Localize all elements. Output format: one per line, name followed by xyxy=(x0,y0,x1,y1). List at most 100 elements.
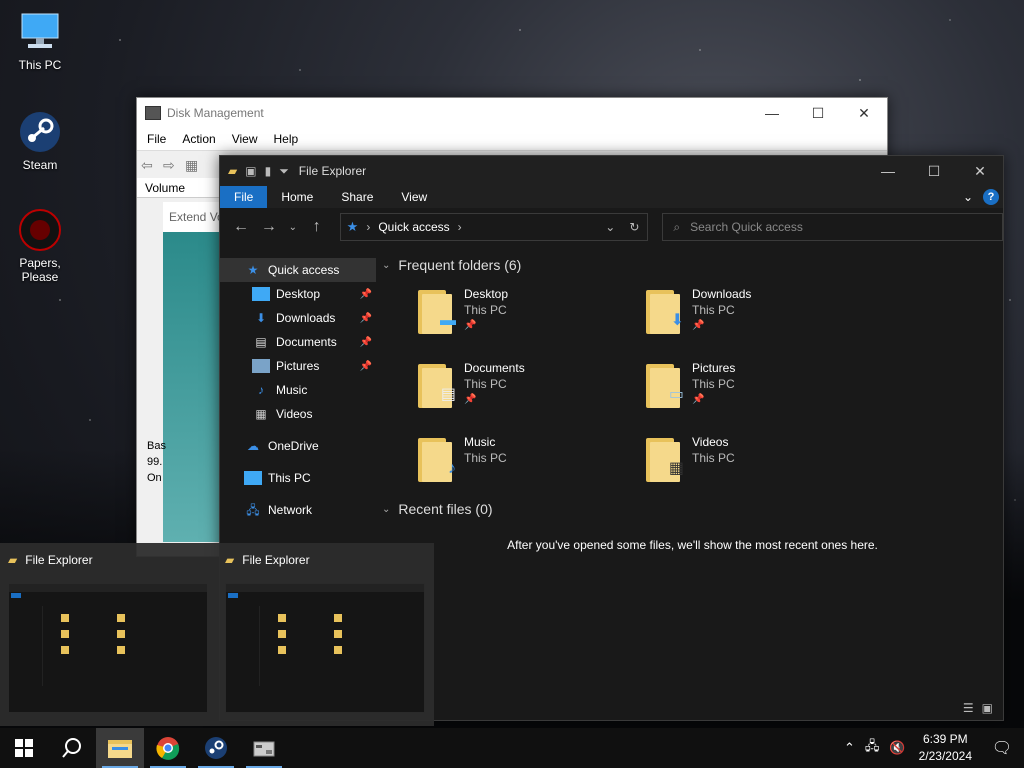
folder-tile-documents[interactable]: ▤ Documents This PC 📌 xyxy=(418,360,646,414)
folder-icon: ▰ xyxy=(225,553,235,567)
maximize-button[interactable]: ☐ xyxy=(795,105,841,122)
disk-type: Bas xyxy=(147,440,166,452)
back-button[interactable]: ← xyxy=(230,218,252,236)
nav-videos[interactable]: ▦ Videos xyxy=(220,402,376,426)
papers-please-icon xyxy=(18,208,62,252)
folder-name: Pictures xyxy=(692,361,736,375)
close-button[interactable]: ✕ xyxy=(841,105,887,122)
search-input[interactable]: ⌕ Search Quick access xyxy=(662,213,1003,241)
recent-files-header[interactable]: ⌄ Recent files (0) xyxy=(382,498,1003,520)
tab-home[interactable]: Home xyxy=(267,186,327,208)
customize-toolbar-icon[interactable]: ⏷ xyxy=(279,164,289,179)
properties-icon[interactable]: ▦ xyxy=(185,158,203,172)
expand-ribbon-icon[interactable]: ⌄ xyxy=(963,186,973,208)
clock[interactable]: 6:39 PM 2/23/2024 xyxy=(911,731,980,765)
disk-management-icon xyxy=(253,741,275,757)
desktop-icon-this-pc[interactable]: This PC xyxy=(0,10,80,72)
nav-documents[interactable]: ▤ Documents 📌 xyxy=(220,330,376,354)
tab-file[interactable]: File xyxy=(220,186,268,208)
chevron-up-icon[interactable]: ⌃ xyxy=(839,740,860,756)
nav-downloads[interactable]: ⬇ Downloads 📌 xyxy=(220,306,376,330)
tab-view[interactable]: View xyxy=(387,186,441,208)
frequent-folders-grid: ▬ Desktop This PC 📌 ⬇ Downloads This PC … xyxy=(382,276,1003,498)
pin-icon: 📌 xyxy=(359,312,372,324)
large-icons-view-icon[interactable]: ▣ xyxy=(982,701,993,715)
start-button[interactable] xyxy=(0,728,48,768)
steam-icon xyxy=(18,110,62,154)
minimize-button[interactable]: — xyxy=(749,105,795,122)
volume-muted-icon[interactable]: 🔇 xyxy=(884,740,910,756)
picture-icon xyxy=(252,359,270,373)
tab-share[interactable]: Share xyxy=(327,186,387,208)
network-icon[interactable]: 🖧 xyxy=(860,737,885,759)
nav-music[interactable]: ♪ Music xyxy=(220,378,376,402)
close-button[interactable]: ✕ xyxy=(957,163,1003,180)
address-bar[interactable]: ★ › Quick access › ⌄ ↻ xyxy=(339,213,649,241)
taskbar-file-explorer[interactable] xyxy=(96,728,144,768)
folder-tile-desktop[interactable]: ▬ Desktop This PC 📌 xyxy=(418,286,646,340)
chevron-right-icon: › xyxy=(457,220,462,234)
back-arrow-icon[interactable]: ⇦ xyxy=(141,158,159,172)
taskbar-disk-management[interactable] xyxy=(240,728,288,768)
folder-tile-videos[interactable]: ▦ Videos This PC xyxy=(646,434,874,488)
new-folder-icon[interactable]: ▮ xyxy=(265,164,272,178)
download-arrow-icon: ⬇ xyxy=(255,311,267,325)
pin-icon: 📌 xyxy=(692,320,705,331)
nav-onedrive[interactable]: ☁ OneDrive xyxy=(220,434,376,458)
frequent-folders-header[interactable]: ⌄ Frequent folders (6) xyxy=(382,254,1003,276)
desktop-icon-steam[interactable]: Steam xyxy=(0,110,80,172)
menu-help[interactable]: Help xyxy=(266,132,307,146)
properties-icon[interactable]: ▣ xyxy=(245,164,256,178)
group-label: Recent files (0) xyxy=(398,501,493,517)
nav-quick-access[interactable]: ★ Quick access xyxy=(220,258,376,282)
recent-locations-icon[interactable]: ⌄ xyxy=(286,222,300,233)
desktop-icon xyxy=(252,287,270,301)
thumbnail-file-explorer[interactable]: ▰ File Explorer xyxy=(0,543,217,726)
search-button[interactable] xyxy=(48,728,96,768)
star-icon: ★ xyxy=(247,263,259,277)
folder-tile-pictures[interactable]: ▭ Pictures This PC 📌 xyxy=(646,360,874,414)
menu-action[interactable]: Action xyxy=(174,132,223,146)
forward-arrow-icon[interactable]: ⇨ xyxy=(163,158,181,172)
nav-label: Downloads xyxy=(276,311,336,325)
up-button[interactable]: ↑ xyxy=(306,218,328,236)
refresh-icon[interactable]: ↻ xyxy=(629,220,639,234)
film-icon: ▦ xyxy=(255,407,267,421)
ribbon-tabs: File Home Share View ⌄ ? xyxy=(220,186,1003,208)
menu-view[interactable]: View xyxy=(224,132,266,146)
breadcrumb[interactable]: Quick access xyxy=(378,220,449,234)
taskbar-chrome[interactable] xyxy=(144,728,192,768)
nav-label: This PC xyxy=(268,471,311,485)
nav-label: Pictures xyxy=(276,359,320,373)
folder-location: This PC xyxy=(692,451,735,465)
chevron-right-icon: › xyxy=(366,220,371,234)
nav-this-pc[interactable]: This PC xyxy=(220,466,376,490)
details-view-icon[interactable]: ☰ xyxy=(963,701,974,715)
folder-tile-music[interactable]: ♪ Music This PC xyxy=(418,434,646,488)
nav-label: Music xyxy=(276,383,308,397)
nav-pictures[interactable]: Pictures 📌 xyxy=(220,354,376,378)
cloud-icon: ☁ xyxy=(247,439,259,453)
menu-file[interactable]: File xyxy=(139,132,174,146)
thumbnail-file-explorer[interactable]: ▰ File Explorer xyxy=(217,543,434,726)
notification-center-icon[interactable]: 🗨 xyxy=(980,738,1024,758)
window-title: File Explorer xyxy=(298,164,367,178)
search-placeholder: Search Quick access xyxy=(690,220,803,234)
folder-tile-downloads[interactable]: ⬇ Downloads This PC 📌 xyxy=(646,286,874,340)
desktop-icon-papers-please[interactable]: Papers, Please xyxy=(0,208,80,284)
extend-volume-title: Extend Vo xyxy=(169,210,223,224)
title-bar[interactable]: Disk Management — ☐ ✕ xyxy=(137,98,887,128)
monitor-icon xyxy=(244,471,262,485)
forward-button[interactable]: → xyxy=(258,218,280,236)
system-tray: ⌃ 🖧 🔇 6:39 PM 2/23/2024 🗨 xyxy=(839,728,1024,768)
help-icon[interactable]: ? xyxy=(983,189,999,205)
taskbar-steam[interactable] xyxy=(192,728,240,768)
title-bar[interactable]: ▰ ▣ ▮ ⏷ File Explorer — ☐ ✕ xyxy=(220,156,1003,186)
minimize-button[interactable]: — xyxy=(865,163,911,180)
maximize-button[interactable]: ☐ xyxy=(911,163,957,180)
thumbnail-preview xyxy=(8,583,208,713)
address-dropdown-icon[interactable]: ⌄ xyxy=(605,220,615,234)
nav-label: Quick access xyxy=(268,263,340,277)
nav-desktop[interactable]: Desktop 📌 xyxy=(220,282,376,306)
nav-network[interactable]: 🖧 Network xyxy=(220,498,376,522)
